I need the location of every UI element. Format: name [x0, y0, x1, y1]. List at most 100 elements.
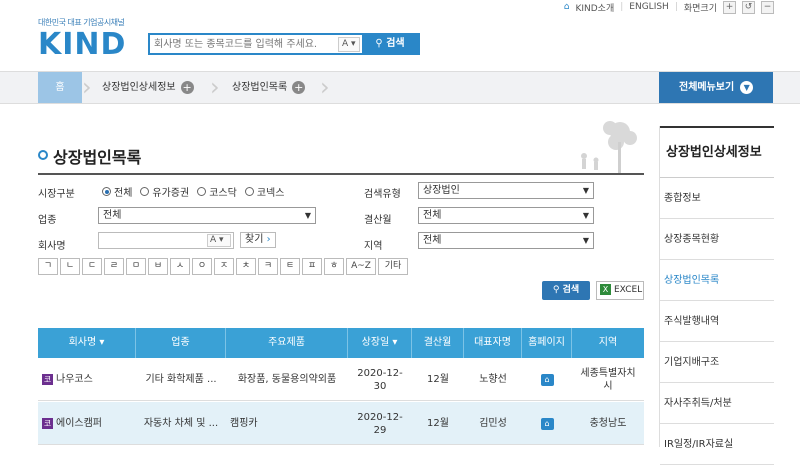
page-title: 상장법인목록 [53, 148, 142, 167]
header-label: 상장일 [361, 337, 390, 348]
search-type-label: 검색유형 [364, 189, 401, 200]
kind-logo[interactable]: KIND [38, 27, 126, 62]
chosung-button[interactable]: ㅇ [192, 258, 212, 275]
column-header-industry: 업종 [136, 328, 226, 358]
chosung-button[interactable]: ㄹ [104, 258, 124, 275]
chosung-button[interactable]: ㅎ [324, 258, 344, 275]
chosung-button[interactable]: ㅍ [302, 258, 322, 275]
homepage-cell: ⌂ [522, 358, 572, 401]
chosung-button[interactable]: A~Z [346, 258, 376, 275]
ceo-cell: 노향선 [479, 374, 507, 385]
chosung-button[interactable]: ㅋ [258, 258, 278, 275]
product-cell: 화장품, 동물용의약외품 [237, 374, 337, 385]
radio-label: 전체 [114, 188, 133, 199]
excel-button-label: EXCEL [614, 285, 643, 295]
find-button-label: 찾기 [245, 234, 264, 245]
radio-all[interactable]: 전체 [102, 184, 132, 199]
autofill-label: A [342, 39, 349, 49]
company-name-input[interactable]: A ▾ [98, 232, 234, 249]
settle-month-cell: 12월 [427, 374, 449, 385]
screen-size-label: 화면크기 [683, 3, 717, 14]
search-input[interactable] [154, 37, 334, 52]
industry-cell: 자동차 차체 및 ... [143, 418, 219, 429]
chosung-button[interactable]: ㅌ [280, 258, 300, 275]
sort-down-icon: ▾ [392, 337, 398, 348]
listing-date-cell: 2020-12- 30 [348, 358, 412, 401]
column-header-listing-date[interactable]: 상장일 ▾ [348, 328, 412, 358]
all-menu-button[interactable]: 전체메뉴보기 ▼ [659, 72, 773, 103]
zoom-out-icon[interactable]: − [761, 0, 774, 14]
breadcrumb-home[interactable]: 홈 [38, 72, 82, 103]
region-select[interactable]: 전체 ▼ [418, 232, 594, 249]
zoom-in-icon[interactable]: + [723, 0, 736, 14]
company-name[interactable]: 나우코스 [56, 373, 93, 386]
chosung-button[interactable]: ㅊ [236, 258, 256, 275]
table-row: 코 에이스캠퍼 자동차 차체 및 ... 캠핑카 2020-12- 29 12월 김… [38, 402, 644, 445]
link-divider: | [674, 2, 678, 12]
sidebar-item-overview[interactable]: 종합정보 [660, 178, 774, 219]
radio-kospi[interactable]: 유가증권 [140, 184, 189, 199]
list-search-button[interactable]: ⚲ 검색 [542, 281, 590, 300]
column-header-ceo: 대표자명 [464, 328, 522, 358]
radio-kosdaq[interactable]: 코스닥 [197, 184, 237, 199]
breadcrumb-label: 상장법인상세정보 [102, 82, 176, 93]
industry-select[interactable]: 전체 ▼ [98, 207, 316, 224]
sidebar-item-listed-stocks[interactable]: 상장종목현황 [660, 219, 774, 260]
english-link[interactable]: ENGLISH [629, 2, 669, 12]
chosung-button[interactable]: 기타 [378, 258, 408, 275]
excel-download-button[interactable]: X EXCEL [596, 281, 644, 300]
plus-icon[interactable]: + [292, 80, 306, 94]
all-menu-label: 전체메뉴보기 [679, 82, 735, 93]
select-value: 전체 [103, 210, 122, 221]
sort-down-icon: ▾ [99, 337, 105, 348]
breadcrumb-item-list[interactable]: 상장법인목록 + [232, 72, 306, 103]
search-type-select[interactable]: 상장법인 ▼ [418, 182, 594, 199]
sidebar-item-treasury-stock[interactable]: 자사주취득/처분 [660, 383, 774, 424]
sidebar-item-company-list[interactable]: 상장법인목록 [660, 260, 774, 301]
column-header-company[interactable]: 회사명 ▾ [38, 328, 136, 358]
company-cell[interactable]: 코 에이스캠퍼 [38, 402, 136, 445]
chosung-button[interactable]: ㅈ [214, 258, 234, 275]
chevron-right-icon: › [266, 234, 271, 245]
select-value: 상장법인 [423, 185, 460, 196]
search-button[interactable]: ⚲ 검색 [362, 35, 418, 53]
search-icon: ⚲ [375, 38, 383, 49]
find-button[interactable]: 찾기 › [240, 232, 276, 248]
settle-month-select[interactable]: 전체 ▼ [418, 207, 594, 224]
chosung-button[interactable]: ㅁ [126, 258, 146, 275]
kosdaq-badge-icon: 코 [42, 418, 53, 429]
market-radio-group: 전체 유가증권 코스닥 코넥스 [102, 184, 292, 199]
zoom-reset-icon[interactable]: ↺ [742, 0, 755, 14]
breadcrumb-item-detail[interactable]: 상장법인상세정보 + [102, 72, 194, 103]
kind-intro-link[interactable]: KIND소개 [575, 1, 614, 14]
chosung-button[interactable]: ㄷ [82, 258, 102, 275]
chevron-down-icon: ▼ [582, 186, 589, 195]
chosung-button[interactable]: ㄴ [60, 258, 80, 275]
region-cell: 충청남도 [589, 418, 627, 429]
sidebar-item-ir[interactable]: IR일정/IR자료실 [660, 424, 774, 465]
select-value: 전체 [423, 235, 442, 246]
autofill-toggle[interactable]: A ▾ [207, 234, 231, 247]
chosung-button[interactable]: ㅅ [170, 258, 190, 275]
select-value: 전체 [423, 210, 442, 221]
sidebar-item-governance[interactable]: 기업지배구조 [660, 342, 774, 383]
column-header-region: 지역 [598, 337, 618, 348]
company-cell[interactable]: 코 나우코스 [38, 358, 136, 401]
company-label: 회사명 [38, 241, 66, 252]
sidebar-item-stock-issuance[interactable]: 주식발행내역 [660, 301, 774, 342]
company-name[interactable]: 에이스캠퍼 [56, 417, 102, 430]
chevron-right-icon: › [82, 73, 92, 101]
chosung-button[interactable]: ㄱ [38, 258, 58, 275]
home-icon[interactable]: ⌂ [540, 417, 554, 430]
column-header-homepage: 홈페이지 [522, 328, 572, 358]
chevron-right-icon: › [210, 73, 220, 101]
autofill-toggle[interactable]: A ▾ [338, 37, 360, 52]
table-header: 회사명 ▾ 업종 주요제품 상장일 ▾ 결산월 대표자명 홈페이지 지역 [38, 328, 644, 358]
date-part: 29 [373, 424, 387, 436]
column-header-product: 주요제품 [226, 328, 348, 358]
home-icon[interactable]: ⌂ [540, 373, 554, 386]
chosung-button[interactable]: ㅂ [148, 258, 168, 275]
plus-icon[interactable]: + [180, 80, 194, 94]
radio-konex[interactable]: 코넥스 [244, 184, 284, 199]
header-label: 회사명 [68, 337, 97, 348]
